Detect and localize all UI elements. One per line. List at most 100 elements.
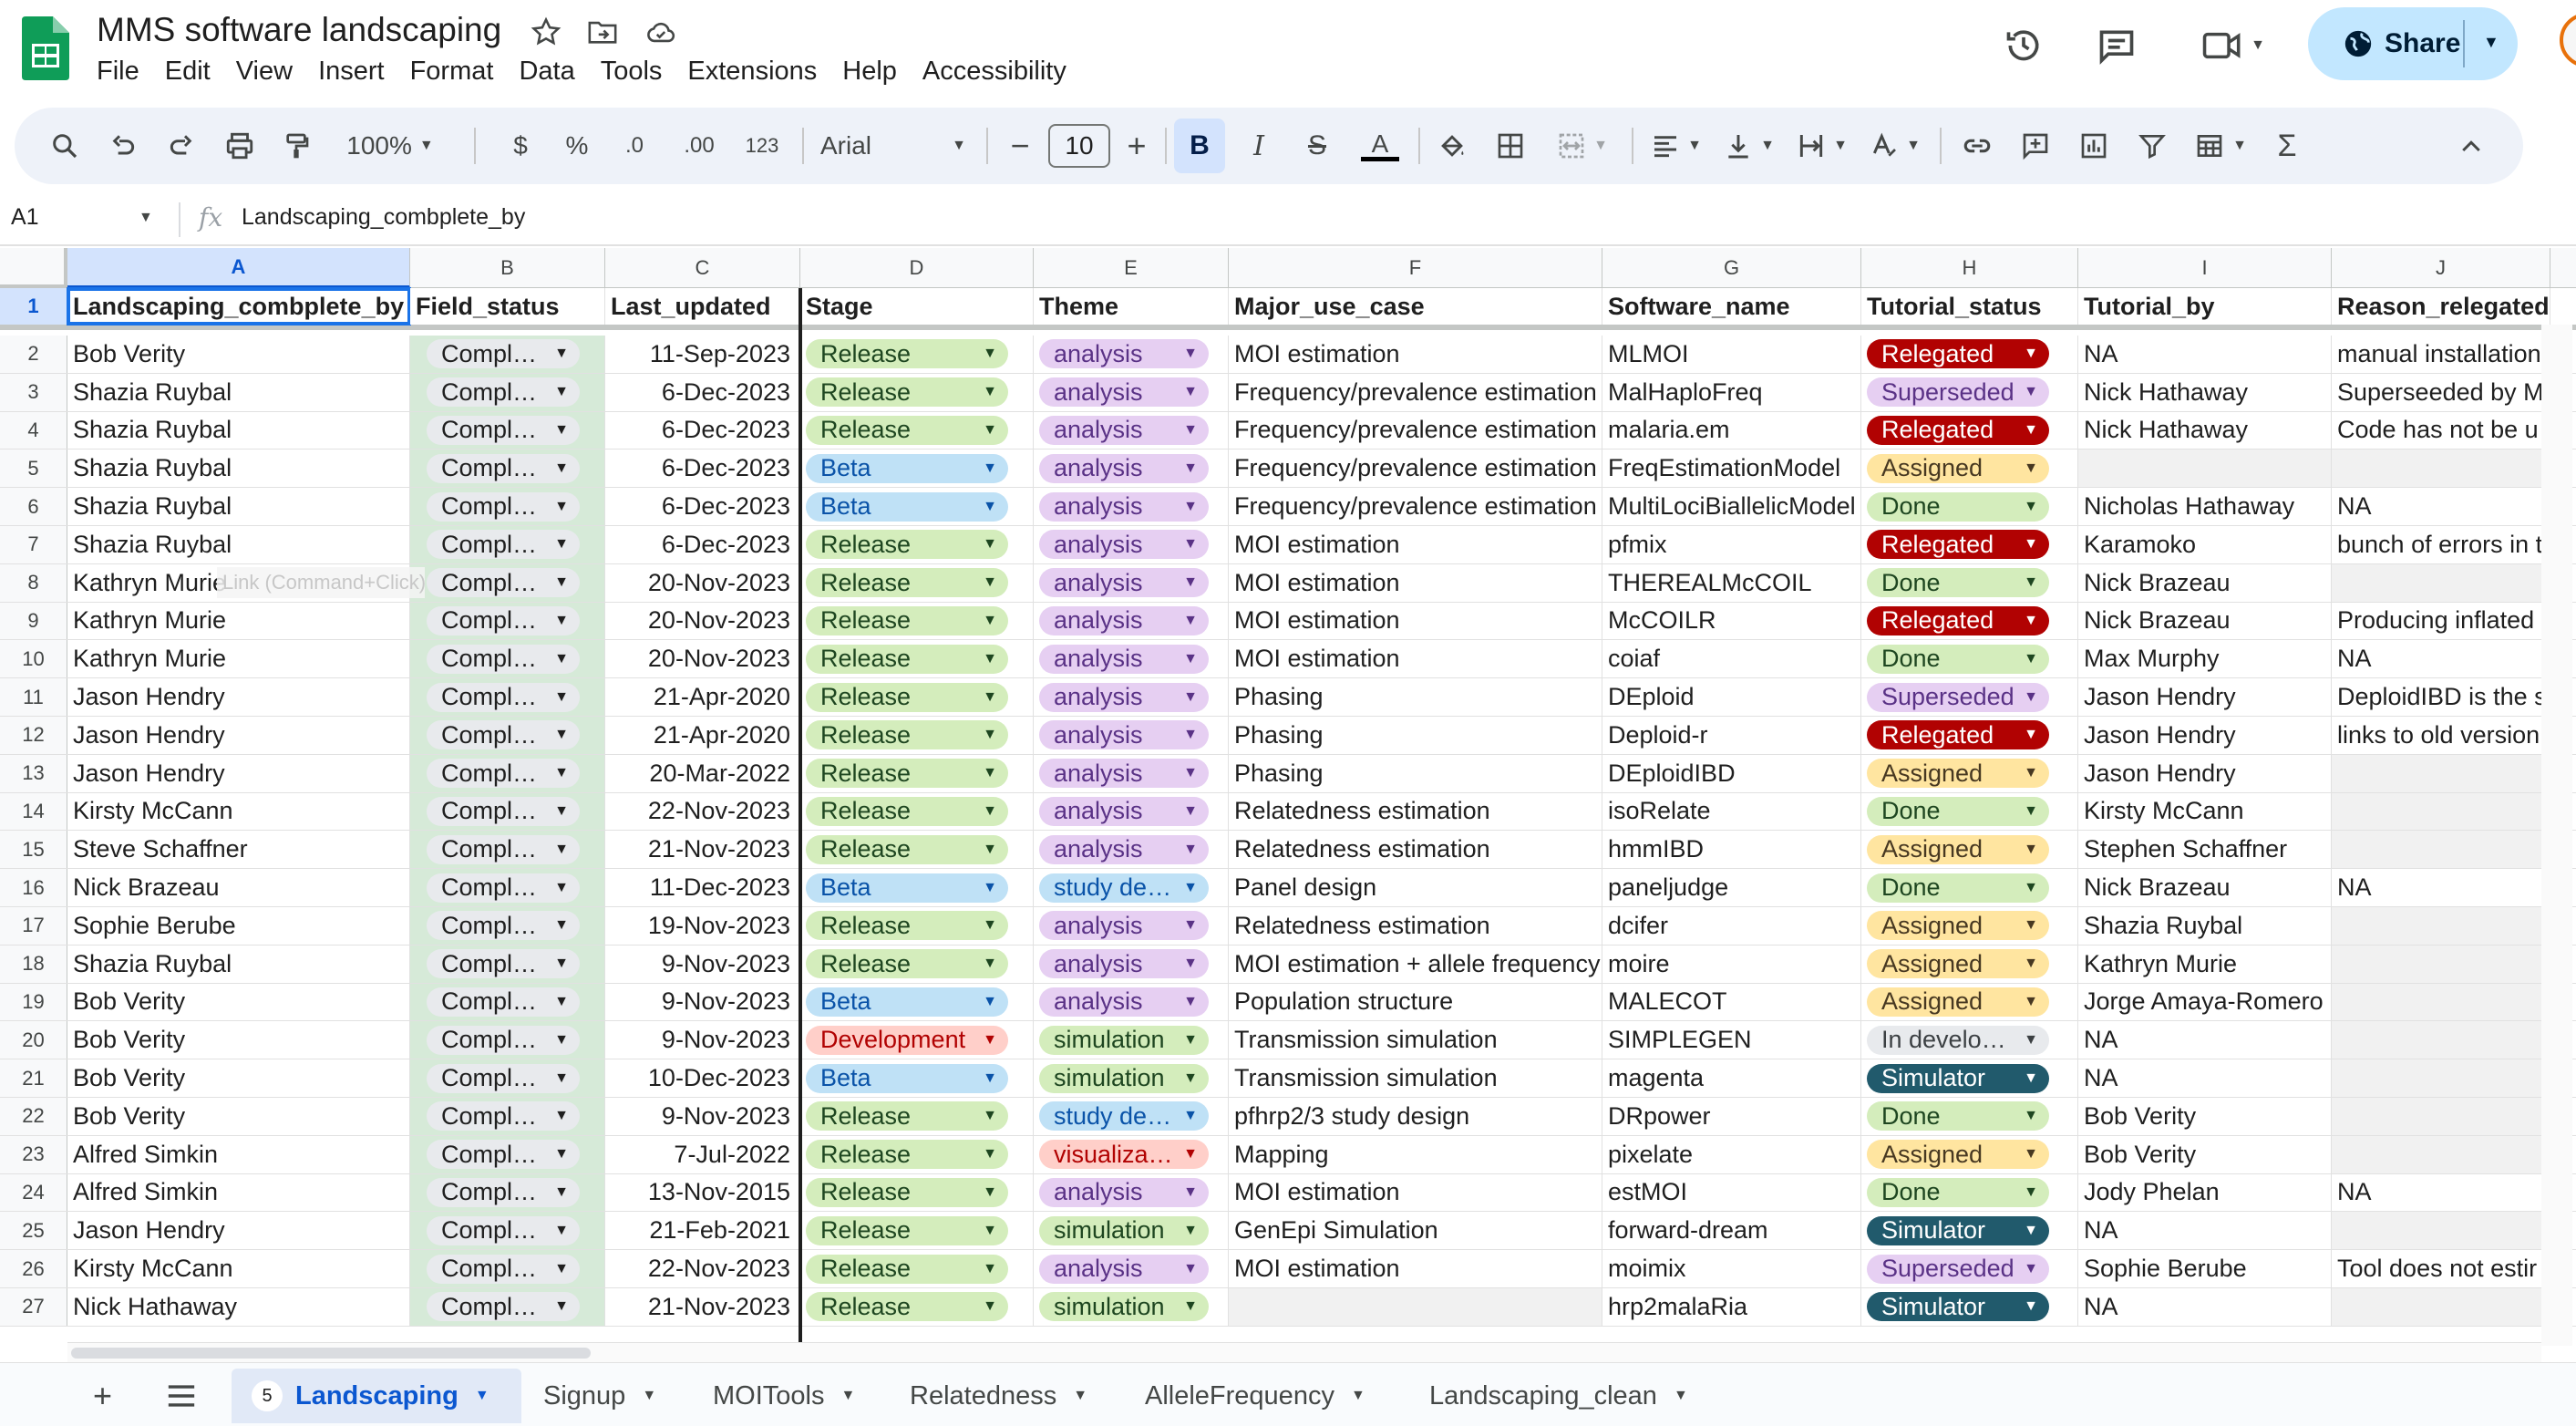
sheets-logo-icon[interactable] [22, 16, 69, 80]
merge-cells-icon[interactable]: ▼ [1546, 119, 1619, 173]
cell-tutorial-status[interactable]: Done ▼ [1861, 1173, 2078, 1212]
tutorial-status-dropdown[interactable]: Done ▼ [1867, 1101, 2049, 1132]
cell-landscaping-by[interactable]: Bob Verity [67, 983, 410, 1021]
theme-dropdown[interactable]: analysis ▼ [1039, 644, 1209, 674]
stage-dropdown[interactable]: Beta ▼ [806, 873, 1008, 903]
cell-major-use-case[interactable]: MOI estimation [1229, 1173, 1602, 1212]
cell-major-use-case[interactable]: MOI estimation [1229, 602, 1602, 640]
cell-tutorial-status[interactable]: Assigned ▼ [1861, 450, 2078, 488]
theme-dropdown[interactable]: analysis ▼ [1039, 1254, 1209, 1284]
tutorial-status-dropdown[interactable]: Superseded ▼ [1867, 1254, 2049, 1284]
sheet-tab-caret-icon[interactable]: ▼ [840, 1388, 855, 1404]
cell-stage[interactable]: Release ▼ [800, 1212, 1034, 1250]
cell-stage[interactable]: Release ▼ [800, 336, 1034, 373]
cell-last-updated[interactable]: 20-Nov-2023 [605, 602, 800, 640]
cell-tutorial-status[interactable]: Relegated ▼ [1861, 336, 2078, 373]
tutorial-status-dropdown[interactable]: Assigned ▼ [1867, 987, 2049, 1017]
tutorial-status-dropdown[interactable]: Simulator ▼ [1867, 1063, 2049, 1093]
cell-theme[interactable]: simulation ▼ [1034, 1212, 1229, 1250]
cell-tutorial-by[interactable]: Shazia Ruybal [2078, 907, 2332, 945]
cell-major-use-case[interactable]: MOI estimation [1229, 563, 1602, 602]
cell-major-use-case[interactable]: GenEpi Simulation [1229, 1212, 1602, 1250]
cell-major-use-case[interactable]: Panel design [1229, 869, 1602, 906]
cell-last-updated[interactable]: 21-Apr-2020 [605, 717, 800, 754]
field-status-dropdown[interactable]: Complete ▼ [427, 949, 580, 979]
cell-landscaping-by[interactable]: Sophie Berube [67, 907, 410, 945]
stage-dropdown[interactable]: Release ▼ [806, 1215, 1008, 1245]
field-status-dropdown[interactable]: Complete ▼ [427, 720, 580, 750]
cell-field-status[interactable]: Complete ▼ [410, 869, 605, 906]
cell-last-updated[interactable]: 20-Nov-2023 [605, 563, 800, 602]
cell-major-use-case[interactable]: MOI estimation [1229, 526, 1602, 563]
cell-tutorial-status[interactable]: Done ▼ [1861, 640, 2078, 678]
cell-landscaping-by[interactable]: Kathryn Murie [67, 602, 410, 640]
theme-dropdown[interactable]: analysis ▼ [1039, 530, 1209, 560]
share-button[interactable]: Share ▼ [2308, 7, 2518, 80]
cell-stage[interactable]: Release ▼ [800, 678, 1034, 716]
cell-last-updated[interactable]: 21-Nov-2023 [605, 831, 800, 869]
cell-tutorial-status[interactable]: Superseded ▼ [1861, 1250, 2078, 1287]
more-formats-button[interactable]: 123 [735, 119, 789, 173]
cell-major-use-case[interactable]: Mapping [1229, 1135, 1602, 1173]
cell-major-use-case[interactable]: MOI estimation + allele frequency [1229, 945, 1602, 983]
cell-tutorial-by[interactable]: NA [2078, 1288, 2332, 1326]
field-status-dropdown[interactable]: Complete ▼ [427, 873, 580, 903]
cell-landscaping-by[interactable]: Kirsty McCann [67, 792, 410, 831]
sheet-tab-signup[interactable]: Signup ▼ [523, 1369, 676, 1423]
field-status-dropdown[interactable]: Complete ▼ [427, 1063, 580, 1093]
cell-last-updated[interactable]: 6-Dec-2023 [605, 373, 800, 411]
cell-reason-relegated[interactable]: NA [2332, 640, 2550, 678]
row-header[interactable]: 22 [0, 1098, 67, 1135]
field-status-dropdown[interactable]: Complete ▼ [427, 605, 580, 636]
row-header[interactable]: 12 [0, 717, 67, 754]
cell-reason-relegated[interactable]: DeploidIBD is the s [2332, 678, 2550, 716]
cell-stage[interactable]: Beta ▼ [800, 983, 1034, 1021]
row-header[interactable]: 4 [0, 411, 67, 450]
cell-software-name[interactable]: dcifer [1602, 907, 1861, 945]
sheet-tab-allelefrequency[interactable]: AlleleFrequency ▼ [1125, 1369, 1386, 1423]
functions-icon[interactable]: Σ [2264, 119, 2310, 173]
menu-accessibility[interactable]: Accessibility [922, 55, 1066, 88]
cell-field-status[interactable]: Complete ▼ [410, 373, 605, 411]
cell-tutorial-status[interactable]: Simulator ▼ [1861, 1059, 2078, 1097]
cell-reason-relegated[interactable] [2332, 792, 2550, 831]
cell-stage[interactable]: Release ▼ [800, 526, 1034, 563]
menu-format[interactable]: Format [410, 55, 494, 88]
tutorial-status-dropdown[interactable]: Done ▼ [1867, 568, 2049, 598]
cell-theme[interactable]: analysis ▼ [1034, 678, 1229, 716]
stage-dropdown[interactable]: Beta ▼ [806, 491, 1008, 522]
cell-field-status[interactable]: Complete ▼ [410, 678, 605, 716]
cell-reason-relegated[interactable] [2332, 1288, 2550, 1326]
stage-dropdown[interactable]: Release ▼ [806, 796, 1008, 826]
cell-software-name[interactable]: DEploidIBD [1602, 754, 1861, 792]
header-cell-stage[interactable]: Stage [800, 288, 1034, 325]
stage-dropdown[interactable]: Release ▼ [806, 339, 1008, 369]
cell-tutorial-by[interactable]: NA [2078, 1212, 2332, 1250]
cell-reason-relegated[interactable] [2332, 450, 2550, 488]
cell-field-status[interactable]: Complete ▼ [410, 602, 605, 640]
cell-landscaping-by[interactable]: Bob Verity [67, 1098, 410, 1135]
cell-field-status[interactable]: Complete ▼ [410, 411, 605, 450]
cell-stage[interactable]: Release ▼ [800, 373, 1034, 411]
cell-major-use-case[interactable]: MOI estimation [1229, 336, 1602, 373]
cell-tutorial-by[interactable]: NA [2078, 1021, 2332, 1059]
cell-reason-relegated[interactable]: NA [2332, 869, 2550, 906]
stage-dropdown[interactable]: Release ▼ [806, 568, 1008, 598]
stage-dropdown[interactable]: Release ▼ [806, 644, 1008, 674]
row-header[interactable]: 8 [0, 563, 67, 602]
cell-theme[interactable]: analysis ▼ [1034, 336, 1229, 373]
menu-help[interactable]: Help [842, 55, 897, 88]
cell-major-use-case[interactable]: Phasing [1229, 754, 1602, 792]
select-all-corner[interactable] [0, 248, 67, 288]
cell-stage[interactable]: Release ▼ [800, 411, 1034, 450]
field-status-dropdown[interactable]: Complete ▼ [427, 415, 580, 445]
field-status-dropdown[interactable]: Complete ▼ [427, 682, 580, 712]
cell-theme[interactable]: simulation ▼ [1034, 1288, 1229, 1326]
cell-landscaping-by[interactable]: Nick Hathaway [67, 1288, 410, 1326]
cell-theme[interactable]: simulation ▼ [1034, 1059, 1229, 1097]
cell-field-status[interactable]: Complete ▼ [410, 1021, 605, 1059]
tutorial-status-dropdown[interactable]: Relegated ▼ [1867, 530, 2049, 560]
cell-theme[interactable]: analysis ▼ [1034, 717, 1229, 754]
cell-last-updated[interactable]: 21-Feb-2021 [605, 1212, 800, 1250]
theme-dropdown[interactable]: analysis ▼ [1039, 759, 1209, 789]
